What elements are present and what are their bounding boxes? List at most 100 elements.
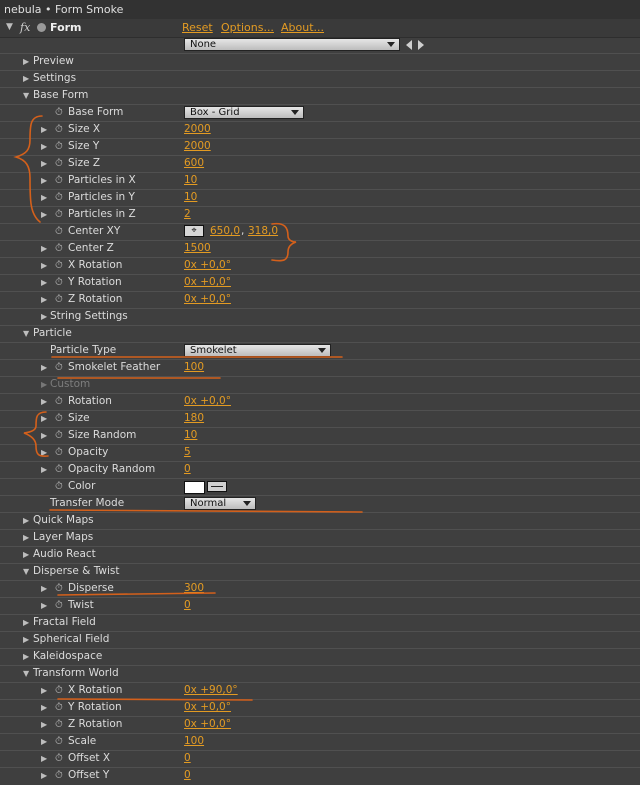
expand-arrow-icon[interactable]: ▶: [23, 516, 29, 525]
expand-arrow-icon[interactable]: ▶: [41, 193, 47, 202]
param-value[interactable]: 0x +90,0°: [184, 684, 238, 696]
stopwatch-icon[interactable]: ⏱: [55, 481, 66, 492]
param-value[interactable]: 100: [184, 735, 204, 747]
stopwatch-icon[interactable]: ⏱: [55, 243, 66, 254]
param-value[interactable]: 0: [184, 769, 191, 781]
expand-arrow-icon[interactable]: ▶: [41, 142, 47, 151]
group-transform-world[interactable]: ▼ Transform World: [0, 666, 640, 683]
collapse-arrow-icon[interactable]: ▼: [23, 567, 29, 576]
expand-arrow-icon[interactable]: ▶: [41, 363, 47, 372]
stopwatch-icon[interactable]: ⏱: [55, 294, 66, 305]
expand-arrow-icon[interactable]: ▶: [41, 125, 47, 134]
param-value[interactable]: 5: [184, 446, 191, 458]
expand-arrow-icon[interactable]: ▶: [41, 465, 47, 474]
expand-arrow-icon[interactable]: ▶: [23, 57, 29, 66]
stopwatch-icon[interactable]: ⏱: [55, 158, 66, 169]
about-link[interactable]: About...: [281, 21, 324, 34]
effect-name[interactable]: Form: [50, 21, 82, 34]
particle-type-dropdown[interactable]: Smokelet: [184, 344, 331, 357]
stopwatch-icon[interactable]: ⏱: [55, 685, 66, 696]
group-fractal-field[interactable]: ▶ Fractal Field: [0, 615, 640, 632]
group-kaleidospace[interactable]: ▶ Kaleidospace: [0, 649, 640, 666]
group-layer-maps[interactable]: ▶ Layer Maps: [0, 530, 640, 547]
collapse-arrow-icon[interactable]: ▼: [23, 91, 29, 100]
expand-arrow-icon[interactable]: ▶: [41, 448, 47, 457]
expand-arrow-icon[interactable]: ▶: [23, 550, 29, 559]
stopwatch-icon[interactable]: ⏱: [55, 226, 66, 237]
expand-arrow-icon[interactable]: ▶: [41, 210, 47, 219]
param-value[interactable]: 0x +0,0°: [184, 718, 231, 730]
collapse-arrow-icon[interactable]: ▼: [6, 22, 13, 32]
stopwatch-icon[interactable]: ⏱: [55, 430, 66, 441]
stopwatch-icon[interactable]: ⏱: [55, 192, 66, 203]
expand-arrow-icon[interactable]: ▶: [41, 278, 47, 287]
eyedropper-icon[interactable]: [207, 481, 227, 492]
group-settings[interactable]: ▶ Settings: [0, 71, 640, 88]
param-value[interactable]: 0: [184, 752, 191, 764]
group-particle[interactable]: ▼ Particle: [0, 326, 640, 343]
expand-arrow-icon[interactable]: ▶: [23, 618, 29, 627]
expand-arrow-icon[interactable]: ▶: [41, 703, 47, 712]
stopwatch-icon[interactable]: ⏱: [55, 175, 66, 186]
expand-arrow-icon[interactable]: ▶: [41, 431, 47, 440]
stopwatch-icon[interactable]: ⏱: [55, 719, 66, 730]
stopwatch-icon[interactable]: ⏱: [55, 702, 66, 713]
base-form-dropdown[interactable]: Box - Grid: [184, 106, 304, 119]
center-x-value[interactable]: 650,0: [210, 225, 240, 237]
reset-link[interactable]: Reset: [182, 21, 213, 34]
stopwatch-icon[interactable]: ⏱: [55, 600, 66, 611]
stopwatch-icon[interactable]: ⏱: [55, 107, 66, 118]
next-preset-icon[interactable]: [418, 40, 424, 50]
collapse-arrow-icon[interactable]: ▼: [23, 669, 29, 678]
param-value[interactable]: 100: [184, 361, 204, 373]
expand-arrow-icon[interactable]: ▶: [23, 652, 29, 661]
stopwatch-icon[interactable]: ⏱: [55, 124, 66, 135]
stopwatch-icon[interactable]: ⏱: [55, 362, 66, 373]
fx-toggle-icon[interactable]: fx: [20, 21, 30, 34]
expand-arrow-icon[interactable]: ▶: [41, 261, 47, 270]
expand-arrow-icon[interactable]: ▶: [41, 176, 47, 185]
expand-arrow-icon[interactable]: ▶: [41, 397, 47, 406]
stopwatch-icon[interactable]: ⏱: [55, 447, 66, 458]
stopwatch-icon[interactable]: ⏱: [55, 753, 66, 764]
expand-arrow-icon[interactable]: ▶: [23, 74, 29, 83]
stopwatch-icon[interactable]: ⏱: [55, 413, 66, 424]
expand-arrow-icon[interactable]: ▶: [23, 533, 29, 542]
param-value[interactable]: 0x +0,0°: [184, 259, 231, 271]
expand-arrow-icon[interactable]: ▶: [41, 295, 47, 304]
param-value[interactable]: 0x +0,0°: [184, 395, 231, 407]
param-value[interactable]: 1500: [184, 242, 211, 254]
param-value[interactable]: 2000: [184, 123, 211, 135]
preset-dropdown[interactable]: None: [184, 38, 400, 51]
expand-arrow-icon[interactable]: ▶: [41, 244, 47, 253]
expand-arrow-icon[interactable]: ▶: [41, 414, 47, 423]
param-value[interactable]: 10: [184, 174, 197, 186]
group-audio-react[interactable]: ▶ Audio React: [0, 547, 640, 564]
param-value[interactable]: 2000: [184, 140, 211, 152]
expand-arrow-icon[interactable]: ▶: [41, 601, 47, 610]
center-y-value[interactable]: 318,0: [248, 225, 278, 237]
options-link[interactable]: Options...: [221, 21, 274, 34]
stopwatch-icon[interactable]: ⏱: [55, 583, 66, 594]
stopwatch-icon[interactable]: ⏱: [55, 209, 66, 220]
group-disperse-twist[interactable]: ▼ Disperse & Twist: [0, 564, 640, 581]
group-base-form[interactable]: ▼ Base Form: [0, 88, 640, 105]
param-value[interactable]: 600: [184, 157, 204, 169]
expand-arrow-icon[interactable]: ▶: [41, 584, 47, 593]
param-value[interactable]: 0x +0,0°: [184, 293, 231, 305]
param-value[interactable]: 0: [184, 599, 191, 611]
param-value[interactable]: 0x +0,0°: [184, 276, 231, 288]
param-value[interactable]: 10: [184, 191, 197, 203]
param-value[interactable]: 0: [184, 463, 191, 475]
stopwatch-icon[interactable]: ⏱: [55, 736, 66, 747]
collapse-arrow-icon[interactable]: ▼: [23, 329, 29, 338]
param-value[interactable]: 300: [184, 582, 204, 594]
expand-arrow-icon[interactable]: ▶: [41, 312, 47, 321]
color-swatch[interactable]: [184, 481, 205, 494]
expand-arrow-icon[interactable]: ▶: [41, 720, 47, 729]
stopwatch-icon[interactable]: ⏱: [55, 260, 66, 271]
stopwatch-icon[interactable]: ⏱: [55, 396, 66, 407]
group-spherical-field[interactable]: ▶ Spherical Field: [0, 632, 640, 649]
expand-arrow-icon[interactable]: ▶: [41, 686, 47, 695]
param-value[interactable]: 180: [184, 412, 204, 424]
